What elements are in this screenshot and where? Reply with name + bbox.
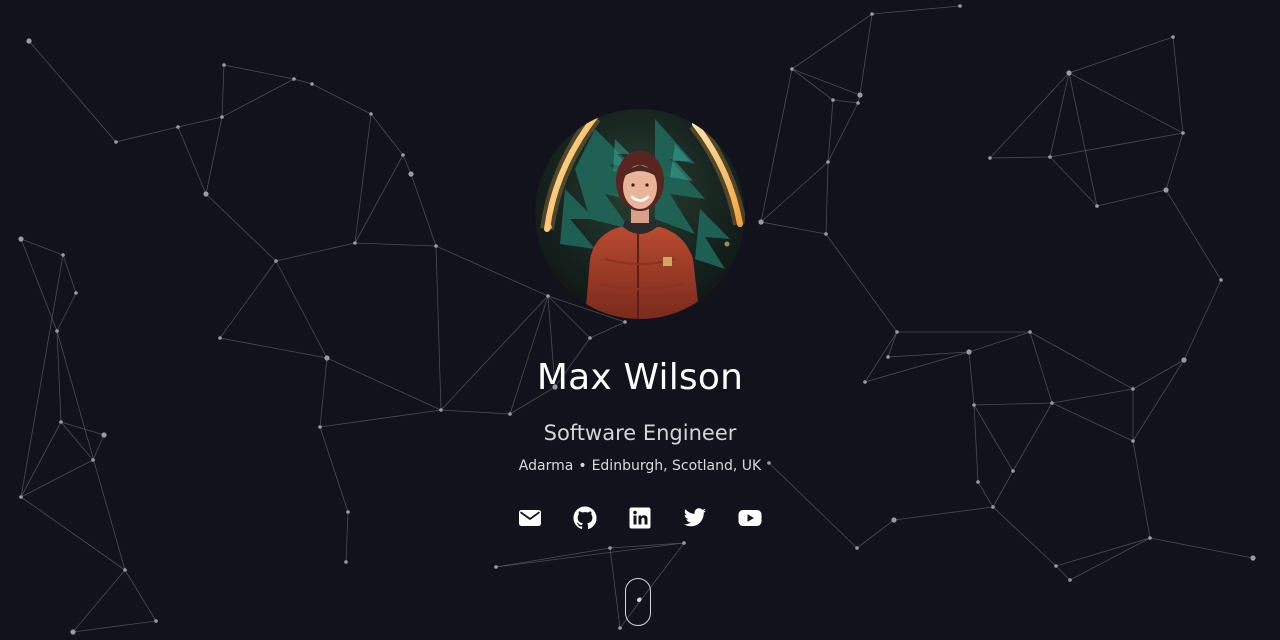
profile-avatar [535, 109, 745, 319]
linkedin-icon [629, 507, 651, 529]
social-links [0, 506, 1280, 530]
profile-name: Max Wilson [536, 357, 744, 398]
linkedin-link[interactable] [628, 506, 652, 530]
youtube-icon [738, 510, 762, 526]
envelope-icon [519, 510, 541, 526]
scroll-dot [636, 598, 641, 602]
profile-job-title: Software Engineer [543, 421, 737, 445]
twitter-icon [684, 508, 706, 527]
github-icon [573, 506, 597, 530]
profile-location: Edinburgh, Scotland, UK [591, 458, 762, 474]
youtube-link[interactable] [738, 506, 762, 530]
meta-separator: • [578, 458, 587, 474]
twitter-link[interactable] [683, 506, 707, 530]
hero-section: Max Wilson Software Engineer Adarma • Edin… [0, 0, 1280, 640]
profile-company: Adarma [518, 458, 574, 474]
email-link[interactable] [518, 506, 542, 530]
github-link[interactable] [573, 506, 597, 530]
profile-photo [535, 109, 745, 319]
profile-meta: Adarma • Edinburgh, Scotland, UK [0, 456, 1280, 476]
scroll-down-indicator[interactable] [625, 578, 651, 626]
